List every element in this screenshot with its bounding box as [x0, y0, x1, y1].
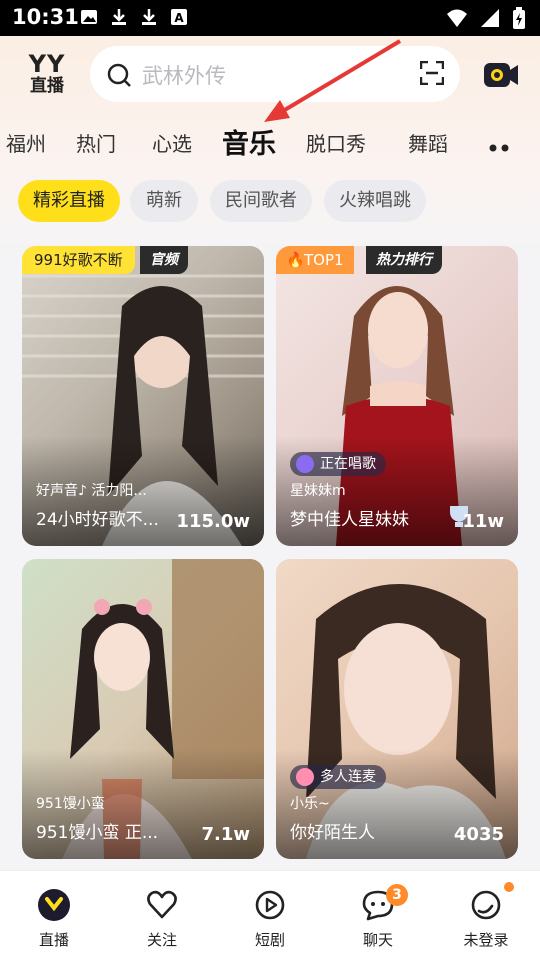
viewer-count: 11w [462, 511, 504, 532]
channel-badge: 991好歌不断 [22, 246, 135, 274]
card-title: 951馒小蛮 正... [36, 823, 159, 843]
go-live-camera-icon[interactable] [482, 57, 520, 95]
live-card[interactable]: 991好歌不断 官频 好声音♪ 活力阳... 24小时好歌不... 115.0w [22, 246, 264, 546]
svg-text:A: A [174, 11, 184, 25]
annotation-arrow-icon [250, 38, 410, 132]
nav-label: 关注 [146, 931, 177, 949]
heart-icon [146, 889, 178, 921]
status-pill-label: 多人连麦 [320, 769, 376, 785]
nav-label: 未登录 [463, 931, 509, 949]
rank-badge: 🔥 TOP1 [276, 246, 354, 274]
nav-label: 短剧 [254, 931, 285, 949]
chip-newcomer[interactable]: 萌新 [130, 180, 198, 222]
battery-icon [512, 7, 526, 33]
card-title: 你好陌生人 [290, 823, 375, 843]
bottom-nav: 直播 关注 短剧 聊天 未登录 [0, 870, 540, 961]
search-placeholder: 武林外传 [142, 64, 226, 88]
live-card[interactable]: 951馒小蛮 951馒小蛮 正... 7.1w [22, 559, 264, 859]
chip-featured-live[interactable]: 精彩直播 [18, 180, 120, 222]
download-icon [110, 8, 128, 26]
logo-text-top: YY [28, 50, 66, 78]
logo-text-bottom: 直播 [30, 76, 64, 96]
nav-profile[interactable]: 未登录 [432, 871, 540, 961]
chip-folk-singer[interactable]: 民间歌者 [210, 180, 312, 222]
more-tabs-icon[interactable] [488, 138, 512, 157]
profile-icon [470, 889, 502, 921]
official-tag: 官频 [140, 246, 188, 274]
tab-curated[interactable]: 心选 [152, 128, 192, 157]
flame-icon: 🔥 [286, 251, 305, 269]
status-bar: 10:31 A [0, 0, 540, 36]
app-logo[interactable]: YY 直播 [22, 52, 72, 100]
gallery-icon [80, 8, 98, 26]
viewer-count: 4035 [453, 824, 504, 845]
live-card[interactable]: 多人连麦 小乐~ 你好陌生人 4035 [276, 559, 518, 859]
tab-talkshow[interactable]: 脱口秀 [306, 128, 366, 157]
play-icon [254, 889, 286, 921]
card-subtitle: 星妹妹m [290, 483, 346, 499]
search-icon [106, 62, 132, 92]
signal-icon [480, 8, 500, 32]
card-subtitle: 好声音♪ 活力阳... [36, 483, 147, 499]
nav-live[interactable]: 直播 [0, 871, 108, 961]
status-pill: 正在唱歌 [290, 452, 386, 476]
status-pill: 多人连麦 [290, 765, 386, 789]
rank-label: TOP1 [304, 251, 344, 269]
nav-follow[interactable]: 关注 [108, 871, 216, 961]
chat-unread-badge: 3 [386, 884, 408, 906]
profile-notification-dot [504, 882, 514, 892]
hot-ranking-tag: 热力排行 [366, 246, 442, 274]
tab-dance[interactable]: 舞蹈 [408, 128, 448, 157]
card-subtitle: 951馒小蛮 [36, 796, 105, 812]
nav-label: 聊天 [362, 931, 393, 949]
font-icon: A [170, 8, 188, 26]
nav-chat[interactable]: 聊天 [324, 871, 432, 961]
status-pill-label: 正在唱歌 [320, 456, 376, 472]
tab-fuzhou[interactable]: 福州 [6, 128, 46, 157]
card-title: 24小时好歌不... [36, 510, 159, 530]
viewer-count: 115.0w [176, 511, 250, 532]
nav-label: 直播 [38, 931, 69, 949]
card-subtitle: 小乐~ [290, 796, 330, 812]
nav-short-drama[interactable]: 短剧 [216, 871, 324, 961]
multi-user-icon [296, 768, 314, 786]
status-time: 10:31 [12, 5, 79, 29]
live-icon [38, 889, 70, 921]
download-icon [140, 8, 158, 26]
chip-hot-dance[interactable]: 火辣唱跳 [324, 180, 426, 222]
card-title: 梦中佳人星妹妹 [290, 510, 409, 530]
scan-icon[interactable] [419, 60, 445, 89]
wifi-icon [446, 8, 468, 32]
live-card[interactable]: 🔥 TOP1 热力排行 正在唱歌 星妹妹m 梦中佳人星妹妹 11w [276, 246, 518, 546]
mic-icon [296, 455, 314, 473]
tab-hot[interactable]: 热门 [76, 128, 116, 157]
viewer-count: 7.1w [201, 824, 250, 845]
